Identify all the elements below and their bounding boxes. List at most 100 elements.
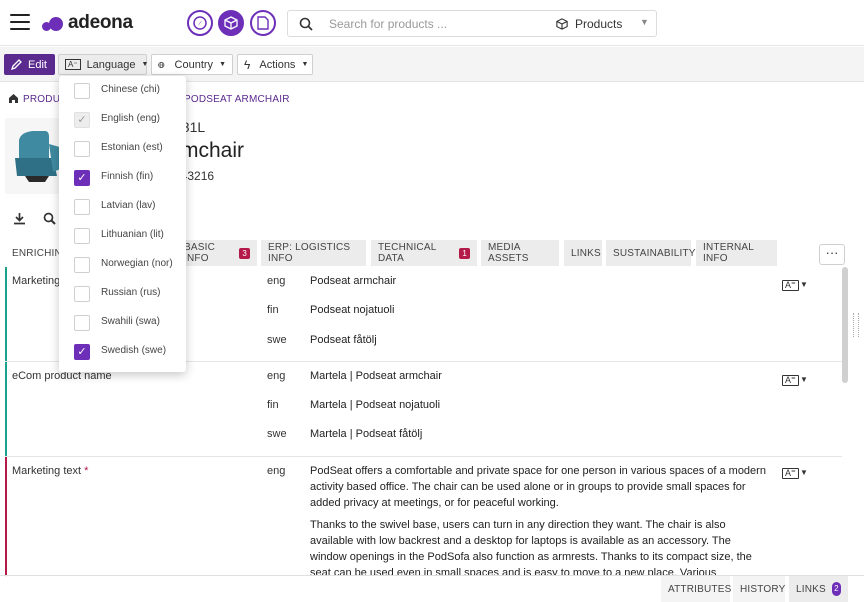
checkbox[interactable] — [74, 228, 90, 244]
tab-media-assets[interactable]: MEDIA ASSETS — [481, 240, 560, 266]
compass-button[interactable] — [187, 10, 213, 36]
language-option-russian[interactable]: Russian (rus) — [59, 279, 186, 308]
field-value-paragraph[interactable]: Thanks to the swivel base, users can tur… — [310, 517, 770, 575]
tab-label: INTERNAL INFO — [703, 242, 754, 264]
option-label: Swedish (swe) — [101, 345, 167, 356]
lang-code: fin — [267, 304, 279, 316]
language-option-chinese[interactable]: Chinese (chi) — [59, 76, 186, 105]
language-button[interactable]: A⁼ Language ▼ — [58, 54, 149, 75]
bottom-tab-attributes[interactable]: ATTRIBUTES — [661, 576, 732, 602]
language-option-swahili[interactable]: Swahili (swa) — [59, 308, 186, 337]
tab-label: ERP: LOGISTICS INFO — [268, 242, 351, 264]
language-option-lithuanian[interactable]: Lithuanian (lit) — [59, 221, 186, 250]
bottom-tab-label: ATTRIBUTES — [668, 583, 732, 595]
field-value[interactable]: Podseat fåtölj — [310, 334, 377, 346]
checkbox[interactable] — [74, 83, 90, 99]
field-value[interactable]: Podseat nojatuoli — [310, 304, 394, 316]
country-label: Country — [174, 58, 214, 71]
resize-grip-icon[interactable] — [853, 313, 859, 337]
download-icon[interactable] — [13, 212, 26, 225]
language-dropdown: Chinese (chi) ✓ English (eng) Estonian (e… — [59, 76, 186, 372]
actions-button[interactable]: ϟ Actions ▼ — [237, 54, 313, 75]
top-bar: adeona Search for products ... Products … — [0, 0, 864, 46]
tab-label: SUSTAINABILITY — [613, 247, 696, 259]
field-value[interactable]: Martela | Podseat armchair — [310, 370, 442, 382]
tab-badge: 3 — [239, 247, 250, 259]
bottom-tab-history[interactable]: HISTORY — [733, 576, 785, 602]
checkbox[interactable] — [74, 199, 90, 215]
checkbox[interactable] — [74, 315, 90, 331]
tab-links[interactable]: LINKS — [564, 240, 603, 266]
checkbox[interactable]: ✓ — [74, 344, 90, 360]
hamburger-menu-icon[interactable] — [10, 14, 30, 30]
field-value[interactable]: Podseat armchair — [310, 275, 396, 287]
translate-icon: A⁼ — [65, 59, 81, 70]
tab-label: LINKS — [571, 247, 601, 259]
document-icon — [257, 16, 269, 30]
tab-technical-data[interactable]: TECHNICAL DATA 1 — [371, 240, 478, 266]
caret-down-icon: ▼ — [219, 61, 226, 68]
option-label: Latvian (lav) — [101, 200, 156, 211]
country-button[interactable]: Country ▼ — [151, 54, 233, 75]
checkbox[interactable] — [74, 141, 90, 157]
language-option-estonian[interactable]: Estonian (est) — [59, 134, 186, 163]
caret-down-icon[interactable]: ▼ — [800, 280, 808, 289]
field-value[interactable]: Martela | Podseat fåtölj — [310, 428, 422, 440]
caret-down-icon: ▼ — [301, 61, 309, 68]
tab-erp-logistics-info[interactable]: ERP: LOGISTICS INFO — [261, 240, 367, 266]
search-bar[interactable]: Search for products ... Products ▼ — [287, 10, 657, 37]
products-mode-button[interactable] — [218, 10, 244, 36]
lang-code: swe — [267, 334, 287, 346]
search-input[interactable]: Search for products ... — [329, 17, 447, 31]
lang-code: fin — [267, 399, 279, 411]
caret-down-icon: ▼ — [141, 61, 149, 68]
language-option-norwegian[interactable]: Norwegian (nor) — [59, 250, 186, 279]
bottom-tab-label: HISTORY — [740, 583, 786, 595]
option-label: Swahili (swa) — [101, 316, 160, 327]
bottom-tab-links[interactable]: LINKS 2 — [789, 576, 848, 602]
caret-down-icon[interactable]: ▼ — [800, 468, 808, 477]
tab-label: TECHNICAL DATA — [378, 242, 437, 264]
lang-code: eng — [267, 370, 286, 382]
field-value-paragraph[interactable]: PodSeat offers a comfortable and private… — [310, 463, 770, 511]
documents-button[interactable] — [250, 10, 276, 36]
field-label: Marketing — [12, 275, 61, 287]
tab-enriching[interactable]: ENRICHING — [5, 240, 70, 266]
checkbox: ✓ — [74, 112, 90, 128]
home-icon[interactable] — [8, 93, 19, 104]
caret-down-icon[interactable]: ▼ — [800, 375, 808, 384]
translate-icon[interactable]: A⁼ — [782, 375, 799, 386]
cube-icon — [224, 16, 238, 30]
bottom-tab-label: LINKS — [796, 583, 826, 595]
logo-text: adeona — [68, 12, 133, 33]
tab-badge: 1 — [459, 247, 470, 259]
field-value[interactable]: Martela | Podseat nojatuoli — [310, 399, 440, 411]
tab-basic-info[interactable]: BASIC INFO 3 — [178, 240, 258, 266]
cube-icon — [556, 18, 568, 30]
checkbox[interactable] — [74, 286, 90, 302]
lightning-icon: ϟ — [244, 57, 251, 72]
option-label: Lithuanian (lit) — [101, 229, 164, 240]
tab-sustainability[interactable]: SUSTAINABILITY — [606, 240, 695, 266]
globe-icon — [158, 61, 165, 68]
option-label: Norwegian (nor) — [101, 258, 173, 269]
search-scope-select[interactable]: Products — [575, 17, 622, 31]
edit-button[interactable]: Edit — [4, 54, 55, 75]
language-option-swedish[interactable]: ✓ Swedish (swe) — [59, 337, 186, 366]
breadcrumb-current: PODSEAT ARMCHAIR — [184, 94, 290, 105]
actions-label: Actions — [259, 58, 296, 71]
checkbox[interactable]: ✓ — [74, 170, 90, 186]
more-tabs-button[interactable]: ··· — [819, 244, 845, 265]
tab-internal-info[interactable]: INTERNAL INFO — [696, 240, 778, 266]
chevron-down-icon: ▼ — [640, 17, 649, 27]
checkbox[interactable] — [74, 257, 90, 273]
translate-icon[interactable]: A⁼ — [782, 280, 799, 291]
option-label: Estonian (est) — [101, 142, 163, 153]
field-status-bar — [5, 362, 7, 456]
language-option-latvian[interactable]: Latvian (lav) — [59, 192, 186, 221]
logo[interactable]: adeona — [42, 12, 133, 34]
zoom-icon[interactable] — [43, 212, 56, 225]
scrollbar[interactable] — [842, 267, 848, 383]
language-option-finnish[interactable]: ✓ Finnish (fin) — [59, 163, 186, 192]
translate-icon[interactable]: A⁼ — [782, 468, 799, 479]
